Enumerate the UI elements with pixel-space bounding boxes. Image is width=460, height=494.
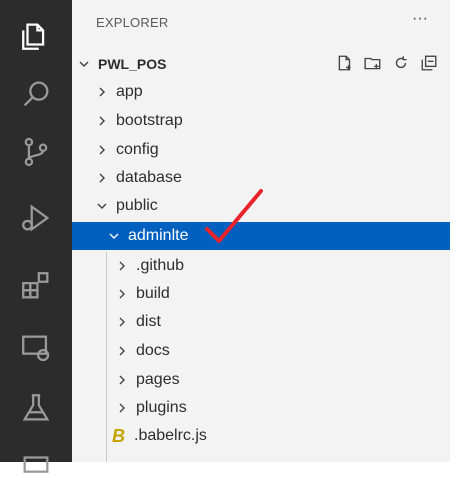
chevron-right-icon bbox=[114, 258, 130, 274]
tree-item-label: docs bbox=[136, 342, 170, 359]
chevron-down-icon bbox=[76, 56, 92, 72]
tree-item-dist[interactable]: dist bbox=[72, 308, 450, 336]
tree-item-label: config bbox=[116, 141, 159, 158]
tree-item-label: app bbox=[116, 83, 143, 100]
chevron-right-icon bbox=[114, 314, 130, 330]
explorer-icon[interactable] bbox=[0, 8, 72, 64]
babel-icon: B bbox=[112, 425, 125, 446]
chevron-right-icon bbox=[114, 372, 130, 388]
refresh-icon[interactable] bbox=[392, 54, 410, 72]
extensions-icon[interactable] bbox=[0, 258, 72, 314]
tree-item-label: build bbox=[136, 285, 170, 302]
source-control-icon[interactable] bbox=[0, 124, 72, 180]
tree-item-docs[interactable]: docs bbox=[72, 337, 450, 365]
tree-item-app[interactable]: app bbox=[72, 78, 450, 106]
tree-item-label: public bbox=[116, 197, 158, 214]
red-checkmark-icon bbox=[205, 189, 263, 243]
tree-item-babelrc[interactable]: B .babelrc.js bbox=[72, 422, 450, 450]
tree-item-label: plugins bbox=[136, 399, 187, 416]
explorer-title: EXPLORER bbox=[96, 15, 169, 30]
chevron-down-icon bbox=[94, 198, 110, 214]
root-folder-header[interactable]: PWL_POS bbox=[72, 50, 450, 78]
tree-item-github[interactable]: .github bbox=[72, 252, 450, 280]
new-folder-icon[interactable] bbox=[364, 54, 382, 72]
tree-item-label: dist bbox=[136, 313, 161, 330]
chevron-right-icon bbox=[114, 400, 130, 416]
chevron-right-icon bbox=[94, 142, 110, 158]
tree-item-bootstrap[interactable]: bootstrap bbox=[72, 107, 450, 135]
tree-item-plugins[interactable]: plugins bbox=[72, 394, 450, 422]
chevron-right-icon bbox=[94, 113, 110, 129]
tree-item-label: adminlte bbox=[128, 227, 189, 244]
chevron-down-icon bbox=[106, 228, 122, 244]
tree-item-label: database bbox=[116, 169, 182, 186]
accounts-icon[interactable] bbox=[0, 438, 72, 494]
root-folder-label: PWL_POS bbox=[98, 56, 167, 72]
root-actions bbox=[336, 54, 438, 72]
chevron-right-icon bbox=[114, 343, 130, 359]
tree-item-build[interactable]: build bbox=[72, 280, 450, 308]
activity-bar bbox=[0, 0, 72, 473]
remote-explorer-icon[interactable] bbox=[0, 320, 72, 376]
collapse-all-icon[interactable] bbox=[420, 54, 438, 72]
tree-item-label: .github bbox=[136, 257, 185, 274]
tree-item-config[interactable]: config bbox=[72, 136, 450, 164]
new-file-icon[interactable] bbox=[336, 54, 354, 72]
testing-icon[interactable] bbox=[0, 380, 72, 436]
tree-item-pages[interactable]: pages bbox=[72, 366, 450, 394]
search-icon[interactable] bbox=[0, 66, 72, 122]
editor-edge bbox=[450, 0, 460, 462]
chevron-right-icon bbox=[94, 170, 110, 186]
tree-item-label: .babelrc.js bbox=[134, 427, 207, 444]
tree-item-label: pages bbox=[136, 371, 180, 388]
tree-item-label: bootstrap bbox=[116, 112, 183, 129]
chevron-right-icon bbox=[114, 286, 130, 302]
tree-item-partial bbox=[72, 452, 450, 462]
run-debug-icon[interactable] bbox=[0, 190, 72, 246]
more-actions-icon[interactable]: ··· bbox=[412, 10, 428, 28]
chevron-right-icon bbox=[94, 84, 110, 100]
